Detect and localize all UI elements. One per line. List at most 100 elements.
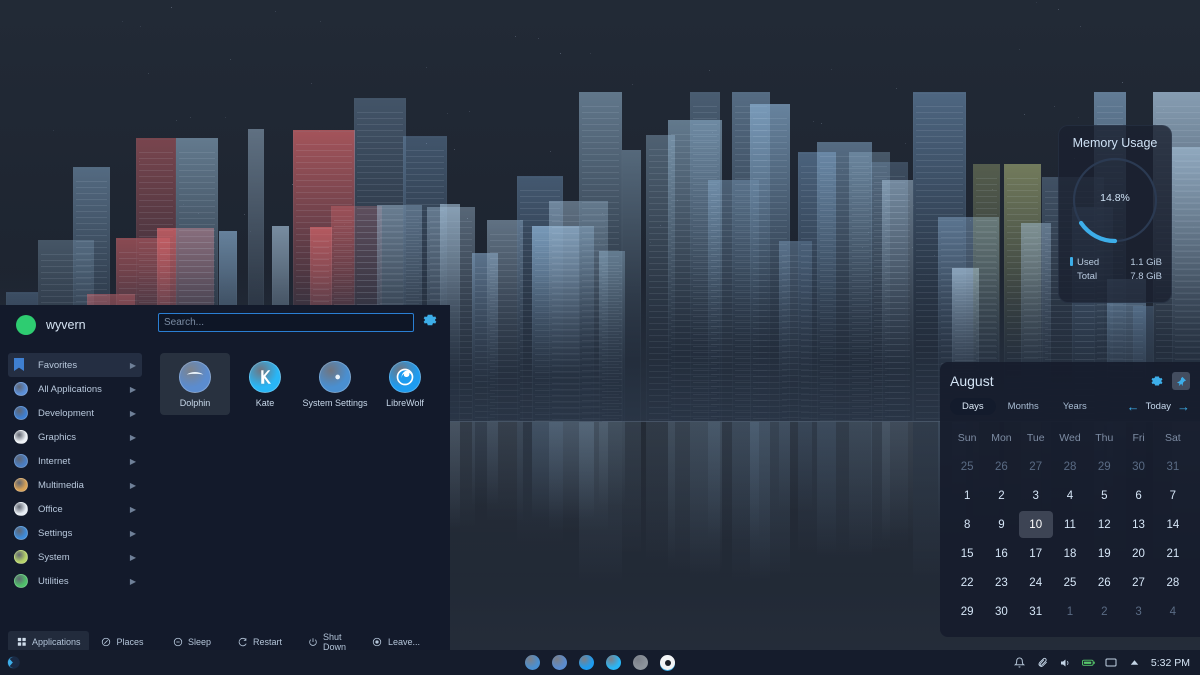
sidebar-item-internet[interactable]: Internet▶ [8,449,142,473]
sidebar-item-utilities[interactable]: Utilities▶ [8,569,142,593]
calendar-day-cell[interactable]: 2 [984,482,1018,509]
sleep-button[interactable]: Sleep [164,631,219,652]
sidebar-item-all-applications[interactable]: All Applications▶ [8,377,142,401]
system-settings-icon [319,361,351,393]
sidebar-item-graphics[interactable]: Graphics▶ [8,425,142,449]
sidebar-item-office[interactable]: Office▶ [8,497,142,521]
calendar-day-cell[interactable]: 28 [1156,569,1190,596]
gear-icon[interactable] [1148,372,1166,390]
sidebar-item-label: Utilities [38,576,130,587]
calendar-day-cell[interactable]: 19 [1087,540,1121,567]
search-input[interactable] [158,313,414,332]
calendar-day-cell[interactable]: 12 [1087,511,1121,538]
calendar-day-cell[interactable]: 3 [1121,598,1155,625]
application-launcher-menu[interactable]: wyvern Favorites▶All Applications▶Develo… [0,305,450,658]
calendar-day-today[interactable]: 10 [1019,511,1053,538]
pin-icon[interactable] [1172,372,1190,390]
calendar-day-cell[interactable]: 4 [1156,598,1190,625]
applications-icon [16,636,27,647]
calendar-day-cell[interactable]: 6 [1121,482,1155,509]
restart-icon [237,636,248,647]
calendar-day-cell[interactable]: 7 [1156,482,1190,509]
chevron-right-icon: ▶ [130,433,136,442]
calendar-widget[interactable]: August Days Months Years ← To [940,362,1200,637]
calendar-day-cell[interactable]: 23 [984,569,1018,596]
calendar-day-cell[interactable]: 1 [950,482,984,509]
task-terminal-icon[interactable] [660,655,675,670]
calendar-month-title: August [950,373,994,389]
multimedia-icon [14,478,28,492]
calendar-day-cell[interactable]: 27 [1121,569,1155,596]
calendar-day-cell[interactable]: 26 [984,453,1018,480]
favorite-app-dolphin[interactable]: Dolphin [160,353,230,415]
calendar-dow-header: Wed [1053,424,1087,451]
task-gray-app-icon[interactable] [633,655,648,670]
calendar-day-cell[interactable]: 15 [950,540,984,567]
task-system-settings-icon[interactable] [525,655,540,670]
calendar-day-cell[interactable]: 22 [950,569,984,596]
calendar-day-cell[interactable]: 26 [1087,569,1121,596]
calendar-day-cell[interactable]: 1 [1053,598,1087,625]
calendar-day-cell[interactable]: 8 [950,511,984,538]
task-kate-icon[interactable] [606,655,621,670]
calendar-day-cell[interactable]: 28 [1053,453,1087,480]
sidebar-item-system[interactable]: System▶ [8,545,142,569]
next-month-button[interactable]: → [1177,400,1190,413]
prev-month-button[interactable]: ← [1127,400,1140,413]
calendar-day-cell[interactable]: 2 [1087,598,1121,625]
calendar-day-cell[interactable]: 13 [1121,511,1155,538]
calendar-day-cell[interactable]: 4 [1053,482,1087,509]
tab-months[interactable]: Months [996,398,1051,415]
desktop-screen: Memory Usage 14.8% Used Total 1.1 GiB 7.… [0,0,1200,675]
calendar-day-cell[interactable]: 21 [1156,540,1190,567]
calendar-day-cell[interactable]: 24 [1019,569,1053,596]
calendar-day-cell[interactable]: 29 [950,598,984,625]
calendar-day-cell[interactable]: 16 [984,540,1018,567]
calendar-day-cell[interactable]: 17 [1019,540,1053,567]
sidebar-item-favorites[interactable]: Favorites▶ [8,353,142,377]
sidebar-item-development[interactable]: Development▶ [8,401,142,425]
tab-years[interactable]: Years [1051,398,1099,415]
sidebar-item-multimedia[interactable]: Multimedia▶ [8,473,142,497]
task-list[interactable] [0,655,1200,670]
calendar-day-cell[interactable]: 25 [1053,569,1087,596]
calendar-day-cell[interactable]: 30 [1121,453,1155,480]
calendar-day-cell[interactable]: 27 [1019,453,1053,480]
sidebar-item-settings[interactable]: Settings▶ [8,521,142,545]
category-sidebar[interactable]: Favorites▶All Applications▶Development▶G… [0,345,150,613]
user-avatar[interactable] [16,315,36,335]
taskbar-panel[interactable]: 5:32 PM [0,650,1200,675]
favorite-app-system-settings[interactable]: System Settings [300,353,370,415]
calendar-day-cell[interactable]: 3 [1019,482,1053,509]
restart-button[interactable]: Restart [229,631,290,652]
calendar-day-cell[interactable]: 25 [950,453,984,480]
favorite-app-kate[interactable]: Kate [230,353,300,415]
favorite-app-librewolf[interactable]: LibreWolf [370,353,440,415]
office-icon [14,502,28,516]
task-librewolf-icon[interactable] [579,655,594,670]
calendar-day-cell[interactable]: 31 [1019,598,1053,625]
calendar-day-cell[interactable]: 11 [1053,511,1087,538]
calendar-day-cell[interactable]: 30 [984,598,1018,625]
favorite-app-label: Kate [232,398,298,409]
calendar-dow-header: Fri [1121,424,1155,451]
leave-button[interactable]: Leave... [364,631,428,652]
menu-settings-gear-icon[interactable] [423,313,437,332]
task-dolphin-icon[interactable] [552,655,567,670]
shutdown-label: Shut Down [323,632,356,652]
footer-applications-button[interactable]: Applications [8,631,89,652]
calendar-day-cell[interactable]: 18 [1053,540,1087,567]
calendar-day-cell[interactable]: 29 [1087,453,1121,480]
calendar-date-grid[interactable]: SunMonTueWedThuFriSat2526272829303112345… [950,424,1190,625]
footer-places-button[interactable]: Places [93,631,152,652]
calendar-day-cell[interactable]: 31 [1156,453,1190,480]
today-button[interactable]: Today [1146,401,1171,412]
tab-days[interactable]: Days [950,398,996,415]
calendar-day-cell[interactable]: 5 [1087,482,1121,509]
favorites-grid[interactable]: DolphinKateSystem SettingsLibreWolf [160,353,440,415]
calendar-day-cell[interactable]: 14 [1156,511,1190,538]
memory-usage-widget[interactable]: Memory Usage 14.8% Used Total 1.1 GiB 7.… [1058,125,1172,303]
calendar-day-cell[interactable]: 9 [984,511,1018,538]
calendar-day-cell[interactable]: 20 [1121,540,1155,567]
memory-gauge: 14.8% [1069,154,1161,246]
